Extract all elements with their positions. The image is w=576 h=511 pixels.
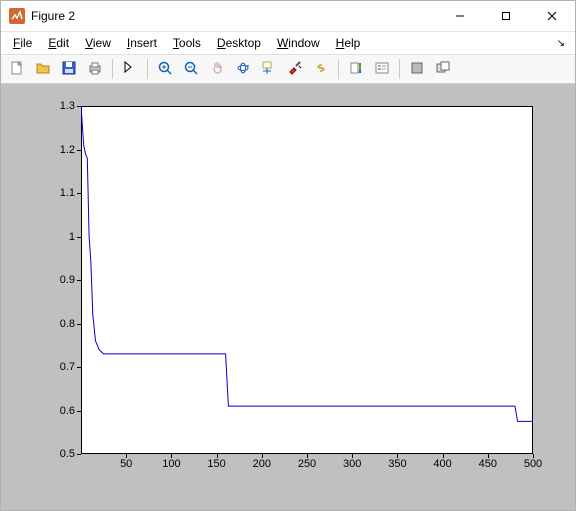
close-button[interactable] bbox=[529, 1, 575, 31]
menu-tools[interactable]: Tools bbox=[165, 34, 209, 52]
x-tick-mark bbox=[397, 454, 398, 458]
data-cursor-button[interactable] bbox=[257, 57, 281, 81]
link-icon bbox=[313, 60, 329, 79]
new-figure-button[interactable] bbox=[5, 57, 29, 81]
toolbar-separator bbox=[147, 59, 148, 79]
zoom-out-button[interactable] bbox=[179, 57, 203, 81]
edit-plot-button[interactable] bbox=[118, 57, 142, 81]
show-tools-button[interactable] bbox=[431, 57, 455, 81]
pan-icon bbox=[209, 60, 225, 79]
menu-edit[interactable]: Edit bbox=[40, 34, 77, 52]
brush-icon bbox=[287, 60, 303, 79]
menu-file[interactable]: File bbox=[5, 34, 40, 52]
brush-button[interactable] bbox=[283, 57, 307, 81]
x-tick-mark bbox=[443, 454, 444, 458]
insert-colorbar-icon bbox=[348, 60, 364, 79]
open-file-button[interactable] bbox=[31, 57, 55, 81]
menubar: FileEditViewInsertToolsDesktopWindowHelp… bbox=[1, 32, 575, 55]
x-tick-mark bbox=[488, 454, 489, 458]
insert-colorbar-button[interactable] bbox=[344, 57, 368, 81]
x-tick-mark bbox=[262, 454, 263, 458]
open-file-icon bbox=[35, 60, 51, 79]
window-title: Figure 2 bbox=[31, 9, 437, 23]
new-figure-icon bbox=[9, 60, 25, 79]
data-cursor-icon bbox=[261, 60, 277, 79]
insert-legend-button[interactable] bbox=[370, 57, 394, 81]
hide-tools-button[interactable] bbox=[405, 57, 429, 81]
x-tick-mark bbox=[171, 454, 172, 458]
toolbar-separator bbox=[338, 59, 339, 79]
figure-toolbar bbox=[1, 55, 575, 84]
y-tick-mark bbox=[77, 454, 81, 455]
menu-view[interactable]: View bbox=[77, 34, 119, 52]
menu-insert[interactable]: Insert bbox=[119, 34, 165, 52]
pan-button[interactable] bbox=[205, 57, 229, 81]
menu-window[interactable]: Window bbox=[269, 34, 328, 52]
rotate-3d-icon bbox=[235, 60, 251, 79]
x-tick-mark bbox=[533, 454, 534, 458]
zoom-out-icon bbox=[183, 60, 199, 79]
rotate-3d-button[interactable] bbox=[231, 57, 255, 81]
x-tick-mark bbox=[352, 454, 353, 458]
zoom-in-icon bbox=[157, 60, 173, 79]
maximize-button[interactable] bbox=[483, 1, 529, 31]
zoom-in-button[interactable] bbox=[153, 57, 177, 81]
axes[interactable]: 0.50.60.70.80.911.11.21.3501001502002503… bbox=[81, 106, 533, 454]
menu-desktop[interactable]: Desktop bbox=[209, 34, 269, 52]
save-figure-icon bbox=[61, 60, 77, 79]
minimize-button[interactable] bbox=[437, 1, 483, 31]
menu-help[interactable]: Help bbox=[328, 34, 369, 52]
matlab-figure-icon bbox=[9, 8, 25, 24]
figure-window: Figure 2 FileEditViewInsertToolsDesktopW… bbox=[0, 0, 576, 511]
x-tick-mark bbox=[126, 454, 127, 458]
save-figure-button[interactable] bbox=[57, 57, 81, 81]
toolbar-separator bbox=[112, 59, 113, 79]
show-tools-icon bbox=[435, 60, 451, 79]
print-figure-button[interactable] bbox=[83, 57, 107, 81]
insert-legend-icon bbox=[374, 60, 390, 79]
figure-canvas: 0.50.60.70.80.911.11.21.3501001502002503… bbox=[1, 84, 575, 510]
x-tick-mark bbox=[217, 454, 218, 458]
plot-area bbox=[81, 106, 533, 454]
print-figure-icon bbox=[87, 60, 103, 79]
dock-icon[interactable]: ↘ bbox=[557, 38, 565, 49]
link-button[interactable] bbox=[309, 57, 333, 81]
edit-plot-icon bbox=[122, 60, 138, 79]
toolbar-separator bbox=[399, 59, 400, 79]
x-tick-mark bbox=[307, 454, 308, 458]
line-series bbox=[81, 106, 533, 421]
titlebar: Figure 2 bbox=[1, 1, 575, 32]
hide-tools-icon bbox=[409, 60, 425, 79]
